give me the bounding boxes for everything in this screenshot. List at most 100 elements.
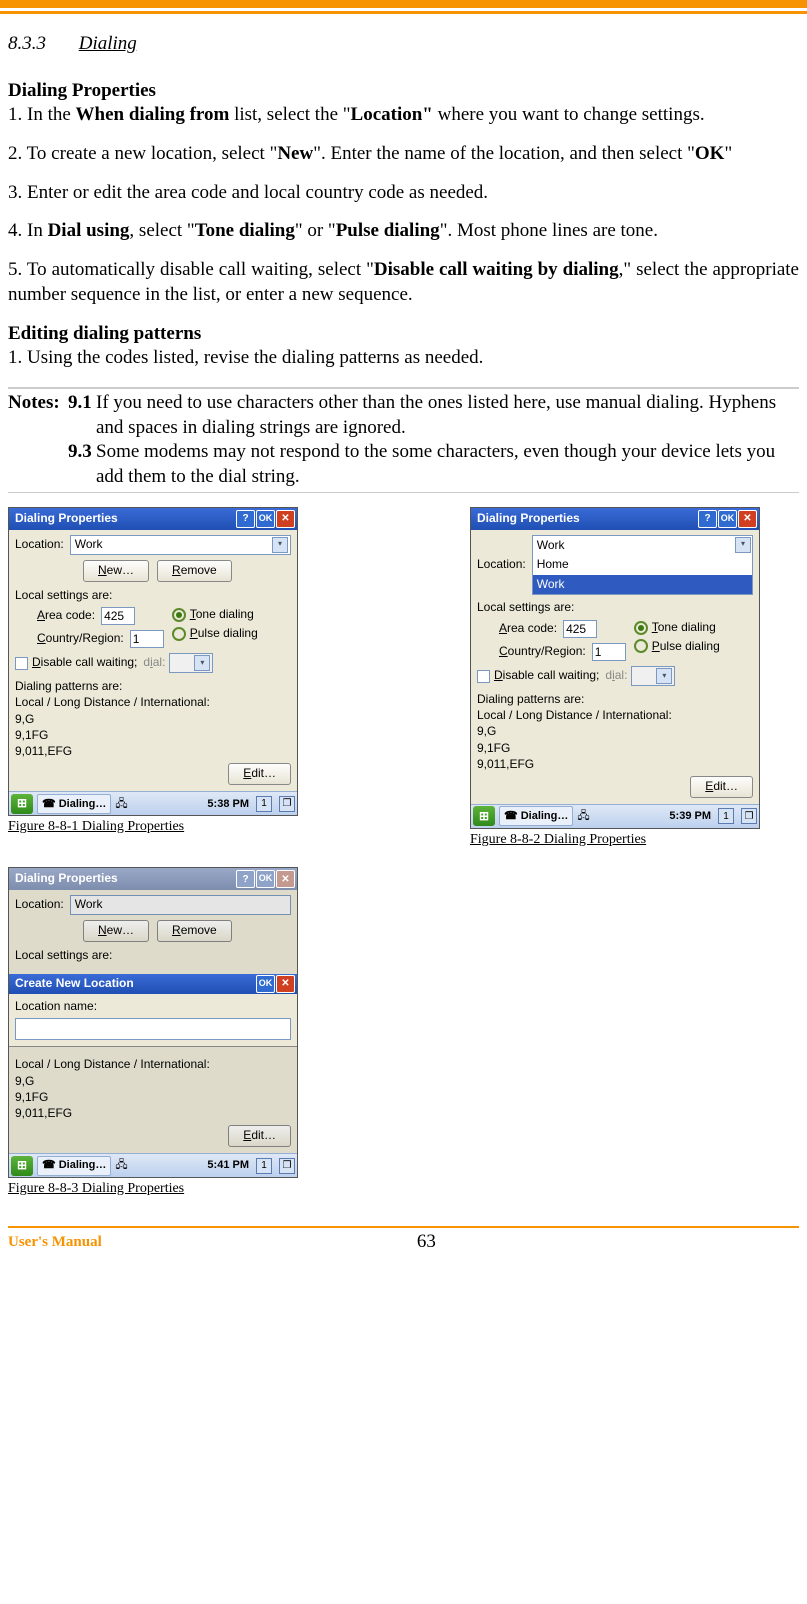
location-label: Location: [477, 557, 526, 573]
country-input[interactable] [592, 643, 626, 661]
disable-call-waiting-label: Disable call waiting; [32, 655, 137, 671]
dialing-properties-heading: Dialing Properties [8, 79, 799, 104]
start-button[interactable]: ⊞ [11, 794, 33, 814]
location-select-open[interactable]: Work▾ Home Work [532, 535, 753, 596]
disable-call-waiting-checkbox[interactable] [477, 670, 490, 683]
notes-label: Notes: [8, 391, 68, 416]
close-button[interactable]: ✕ [276, 870, 295, 888]
edit-button[interactable]: Edit… [228, 763, 291, 785]
create-new-location-titlebar: Create New Location OK ✕ [9, 974, 297, 994]
note-number-9-3: 9.3 [68, 440, 96, 465]
taskbar-dialing-button[interactable]: ☎Dialing… [37, 794, 111, 814]
taskbar-indicator-1[interactable]: 1 [718, 808, 734, 824]
tone-dialing-radio[interactable]: Tone dialing [634, 620, 720, 636]
step-2: 2. To create a new location, select "New… [8, 142, 799, 167]
close-button[interactable]: ✕ [276, 510, 295, 528]
taskbar-indicator-2[interactable]: ❐ [741, 808, 757, 824]
ok-button[interactable]: OK [718, 510, 737, 528]
taskbar: ⊞ ☎Dialing… 🖧 5:41 PM 1 ❐ [9, 1153, 297, 1177]
figure-8-8-2-caption: Figure 8-8-2 Dialing Properties [470, 831, 760, 849]
titlebar-disabled: Dialing Properties ? OK ✕ [9, 868, 297, 890]
dialog-dialing-properties-3: Dialing Properties ? OK ✕ Location: Work… [8, 867, 298, 1178]
area-code-input[interactable] [563, 620, 597, 638]
section-heading: 8.3.3 Dialing [8, 32, 799, 57]
titlebar: Dialing Properties ? OK ✕ [471, 508, 759, 530]
dialing-patterns-block: Dialing patterns are: Local / Long Dista… [477, 691, 753, 772]
close-button[interactable]: ✕ [738, 510, 757, 528]
phone-icon: ☎ [42, 797, 56, 811]
help-button[interactable]: ? [236, 870, 255, 888]
figure-8-8-1: Dialing Properties ? OK ✕ Location: Work… [8, 507, 298, 850]
note-number-9-1: 9.1 [68, 391, 96, 416]
note-9-1: Notes: 9.1 If you need to use characters… [8, 391, 799, 440]
disable-call-waiting-label: Disable call waiting; [494, 668, 599, 684]
ok-button[interactable]: OK [256, 870, 275, 888]
dialog-dialing-properties-2: Dialing Properties ? OK ✕ Location: Work… [470, 507, 760, 829]
taskbar-indicator-2[interactable]: ❐ [279, 796, 295, 812]
figure-8-8-1-caption: Figure 8-8-1 Dialing Properties [8, 818, 298, 836]
country-label: Country/Region: [37, 631, 124, 647]
new-button[interactable]: New… [83, 560, 149, 582]
taskbar-dialing-button[interactable]: ☎Dialing… [499, 806, 573, 826]
location-option-work[interactable]: Work [533, 575, 752, 595]
figure-8-8-3: Dialing Properties ? OK ✕ Location: Work… [8, 867, 799, 1198]
tray-icon: 🖧 [577, 809, 589, 823]
phone-icon: ☎ [42, 1158, 56, 1172]
ok-button[interactable]: OK [256, 510, 275, 528]
edit-button[interactable]: Edit… [690, 776, 753, 798]
help-button[interactable]: ? [236, 510, 255, 528]
dropdown-icon: ▾ [735, 537, 751, 553]
section-number: 8.3.3 [8, 33, 46, 54]
step-3: 3. Enter or edit the area code and local… [8, 181, 799, 206]
close-button[interactable]: ✕ [276, 975, 295, 993]
taskbar: ⊞ ☎Dialing… 🖧 5:39 PM 1 ❐ [471, 804, 759, 828]
dial-select-disabled: ▾ [169, 653, 213, 673]
start-button[interactable]: ⊞ [11, 1156, 33, 1176]
taskbar-clock: 5:38 PM [207, 797, 249, 811]
step-5: 5. To automatically disable call waiting… [8, 258, 799, 307]
area-code-label: Area code: [499, 621, 557, 637]
taskbar-indicator-1[interactable]: 1 [256, 1158, 272, 1174]
dialog-dialing-properties-1: Dialing Properties ? OK ✕ Location: Work… [8, 507, 298, 817]
page-footer: User's Manual 63 [0, 1230, 807, 1269]
edit-button: Edit… [228, 1125, 291, 1147]
location-option-home[interactable]: Home [533, 555, 752, 575]
footer-divider [8, 1226, 799, 1228]
taskbar-clock: 5:41 PM [207, 1158, 249, 1172]
taskbar-indicator-2[interactable]: ❐ [279, 1158, 295, 1174]
location-name-label: Location name: [15, 999, 291, 1015]
dial-select-disabled: ▾ [631, 666, 675, 686]
page-content: 8.3.3 Dialing Dialing Properties 1. In t… [0, 14, 807, 1198]
taskbar-clock: 5:39 PM [669, 809, 711, 823]
help-button[interactable]: ? [698, 510, 717, 528]
pulse-dialing-radio[interactable]: Pulse dialing [172, 626, 258, 642]
start-button[interactable]: ⊞ [473, 806, 495, 826]
country-label: Country/Region: [499, 644, 586, 660]
dropdown-icon: ▾ [272, 537, 288, 553]
location-name-input[interactable] [15, 1018, 291, 1040]
footer-page-number: 63 [417, 1230, 436, 1255]
area-code-input[interactable] [101, 607, 135, 625]
disable-call-waiting-checkbox[interactable] [15, 657, 28, 670]
section-title: Dialing [79, 33, 137, 54]
figure-8-8-3-caption: Figure 8-8-3 Dialing Properties [8, 1180, 799, 1198]
figure-8-8-2: Dialing Properties ? OK ✕ Location: Work… [470, 507, 760, 850]
taskbar-indicator-1[interactable]: 1 [256, 796, 272, 812]
dialog-title: Dialing Properties [15, 511, 118, 527]
taskbar-dialing-button[interactable]: ☎Dialing… [37, 1156, 111, 1176]
tone-dialing-radio[interactable]: Tone dialing [172, 607, 258, 623]
remove-button[interactable]: Remove [157, 560, 232, 582]
tray-icon: 🖧 [115, 1158, 127, 1172]
step-4: 4. In Dial using, select "Tone dialing" … [8, 219, 799, 244]
top-orange-bar-thick [0, 0, 807, 8]
note-text-9-3: Some modems may not respond to the some … [96, 440, 799, 489]
pulse-dialing-radio[interactable]: Pulse dialing [634, 639, 720, 655]
notes-divider-bottom [8, 492, 799, 493]
taskbar: ⊞ ☎Dialing… 🖧 5:38 PM 1 ❐ [9, 791, 297, 815]
ok-button[interactable]: OK [256, 975, 275, 993]
country-input[interactable] [130, 630, 164, 648]
footer-users-manual: User's Manual [8, 1233, 102, 1253]
location-select[interactable]: Work ▾ [70, 535, 291, 555]
location-label: Location: [15, 537, 64, 553]
dial-label: dial: [605, 668, 627, 684]
